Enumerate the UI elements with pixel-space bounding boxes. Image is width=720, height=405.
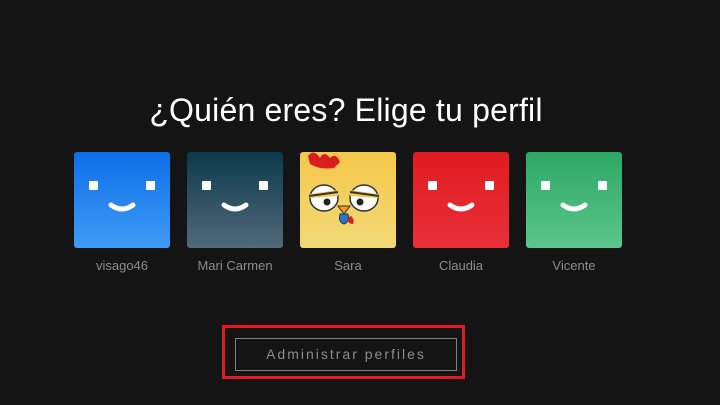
profile-name: Mari Carmen xyxy=(197,258,273,273)
smiley-face-icon xyxy=(428,181,494,212)
avatar[interactable] xyxy=(74,152,170,248)
profile-vicente[interactable]: Vicente xyxy=(526,152,622,274)
avatar[interactable] xyxy=(300,152,396,248)
avatar[interactable] xyxy=(187,152,283,248)
profile-name: Claudia xyxy=(438,258,484,273)
profile-claudia[interactable]: Claudia xyxy=(413,152,509,274)
profile-name: visago46 xyxy=(95,258,149,273)
smiley-face-icon xyxy=(541,181,607,212)
smiley-face-icon xyxy=(89,181,155,212)
manage-profiles-button[interactable]: Administrar perfiles xyxy=(235,338,457,371)
profile-name: Vicente xyxy=(552,258,596,273)
cartoon-chicken-icon xyxy=(308,152,380,225)
smiley-face-icon xyxy=(202,181,268,212)
avatar[interactable] xyxy=(413,152,509,248)
profile-sara[interactable]: Sara xyxy=(300,152,396,274)
profile-selection-screen: ¿Quién eres? Elige tu perfil visago46 Ma… xyxy=(0,0,720,405)
profile-name: Sara xyxy=(334,258,362,273)
profile-visago46[interactable]: visago46 xyxy=(74,152,170,274)
profile-mari-carmen[interactable]: Mari Carmen xyxy=(187,152,283,274)
avatar[interactable] xyxy=(526,152,622,248)
page-title: ¿Quién eres? Elige tu perfil xyxy=(149,92,543,128)
profile-list: visago46 Mari Carmen Sara Claudia Vicent… xyxy=(74,152,622,274)
